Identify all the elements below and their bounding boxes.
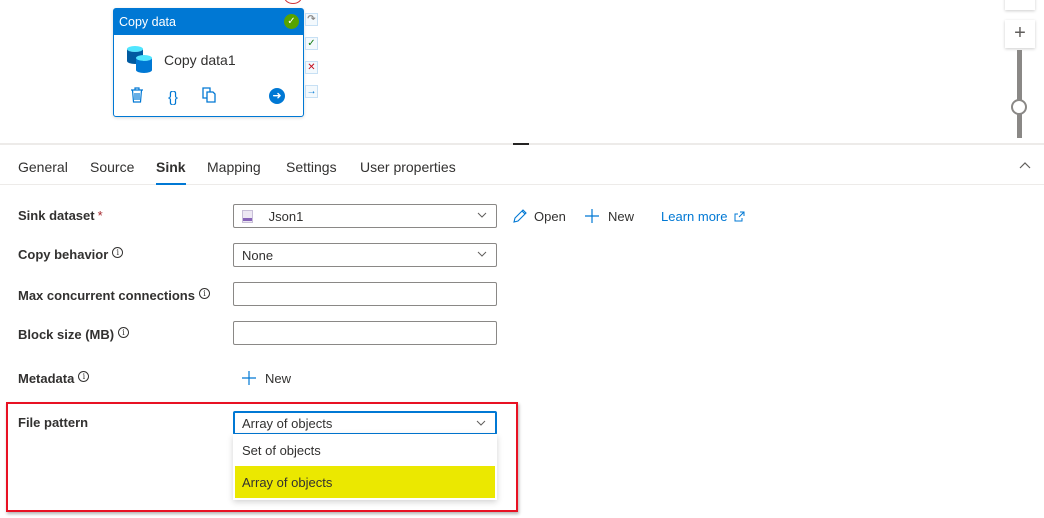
- tab-settings[interactable]: Settings: [286, 159, 337, 185]
- pencil-icon: [513, 209, 527, 223]
- activity-type-label: Copy data: [119, 15, 176, 29]
- tab-sink[interactable]: Sink: [156, 159, 186, 185]
- activity-header: Copy data ✓: [114, 9, 303, 35]
- info-icon[interactable]: i: [198, 288, 210, 299]
- skip-port-icon[interactable]: ↷: [305, 13, 318, 26]
- chevron-down-icon: [477, 212, 487, 218]
- copy-behavior-label: Copy behavior i: [18, 247, 124, 262]
- tab-mapping[interactable]: Mapping: [207, 159, 261, 185]
- code-icon[interactable]: {}: [165, 89, 181, 106]
- tab-user-properties[interactable]: User properties: [360, 159, 456, 185]
- max-concurrent-label: Max concurrent connections i: [18, 288, 210, 303]
- dropdown-option-array-of-objects[interactable]: Array of objects: [235, 466, 495, 498]
- file-pattern-select[interactable]: Array of objects: [233, 411, 497, 435]
- chevron-down-icon: [476, 420, 486, 426]
- new-dataset-button[interactable]: New: [584, 208, 634, 224]
- json-dataset-icon: [242, 210, 253, 223]
- zoom-slider-thumb[interactable]: [1011, 99, 1027, 115]
- success-port-icon[interactable]: ✓: [305, 37, 318, 50]
- block-size-input[interactable]: [233, 321, 497, 345]
- zoom-in-button[interactable]: +: [1005, 20, 1035, 48]
- zoom-slider-track[interactable]: [1017, 50, 1022, 138]
- dropdown-option-set-of-objects[interactable]: Set of objects: [233, 434, 497, 466]
- file-pattern-dropdown: Set of objects Array of objects: [233, 434, 497, 500]
- tab-general[interactable]: General: [18, 159, 68, 185]
- info-icon[interactable]: i: [118, 327, 130, 338]
- external-link-icon: [734, 211, 745, 222]
- success-check-icon: ✓: [284, 14, 299, 29]
- copy-database-icon: [126, 45, 154, 75]
- block-size-label: Block size (MB) i: [18, 327, 130, 342]
- learn-more-link[interactable]: Learn more: [661, 209, 745, 224]
- info-icon[interactable]: i: [78, 371, 90, 382]
- required-marker: *: [97, 208, 103, 223]
- properties-tabs: General Source Sink Mapping Settings Use…: [0, 145, 1044, 185]
- activity-name: Copy data1: [164, 52, 236, 68]
- metadata-label: Metadata i: [18, 371, 90, 386]
- tab-source[interactable]: Source: [90, 159, 134, 185]
- sink-dataset-select[interactable]: Json1: [233, 204, 497, 228]
- go-arrow-icon[interactable]: ➜: [269, 88, 285, 104]
- sink-dataset-label: Sink dataset *: [18, 208, 103, 223]
- failure-port-icon[interactable]: ✕: [305, 61, 318, 74]
- chevron-up-icon[interactable]: [1018, 159, 1032, 173]
- annotation-circle: [284, 0, 302, 4]
- info-icon[interactable]: i: [112, 247, 124, 258]
- copy-data-activity[interactable]: Copy data ✓ Copy data1 {} ➜: [113, 8, 304, 117]
- delete-icon[interactable]: [129, 87, 145, 107]
- max-concurrent-input[interactable]: [233, 282, 497, 306]
- clone-icon[interactable]: [201, 87, 217, 107]
- new-metadata-button[interactable]: New: [241, 370, 291, 386]
- plus-icon: [242, 371, 256, 385]
- file-pattern-label: File pattern: [18, 415, 89, 430]
- zoom-out-button[interactable]: [1005, 0, 1035, 10]
- chevron-down-icon: [477, 251, 487, 257]
- completion-port-icon[interactable]: →: [305, 85, 318, 98]
- plus-icon: [585, 209, 599, 223]
- pipeline-canvas[interactable]: Copy data ✓ Copy data1 {} ➜ ↷ ✓ ✕ → +: [0, 0, 1044, 143]
- open-dataset-button[interactable]: Open: [512, 208, 566, 224]
- copy-behavior-select[interactable]: None: [233, 243, 497, 267]
